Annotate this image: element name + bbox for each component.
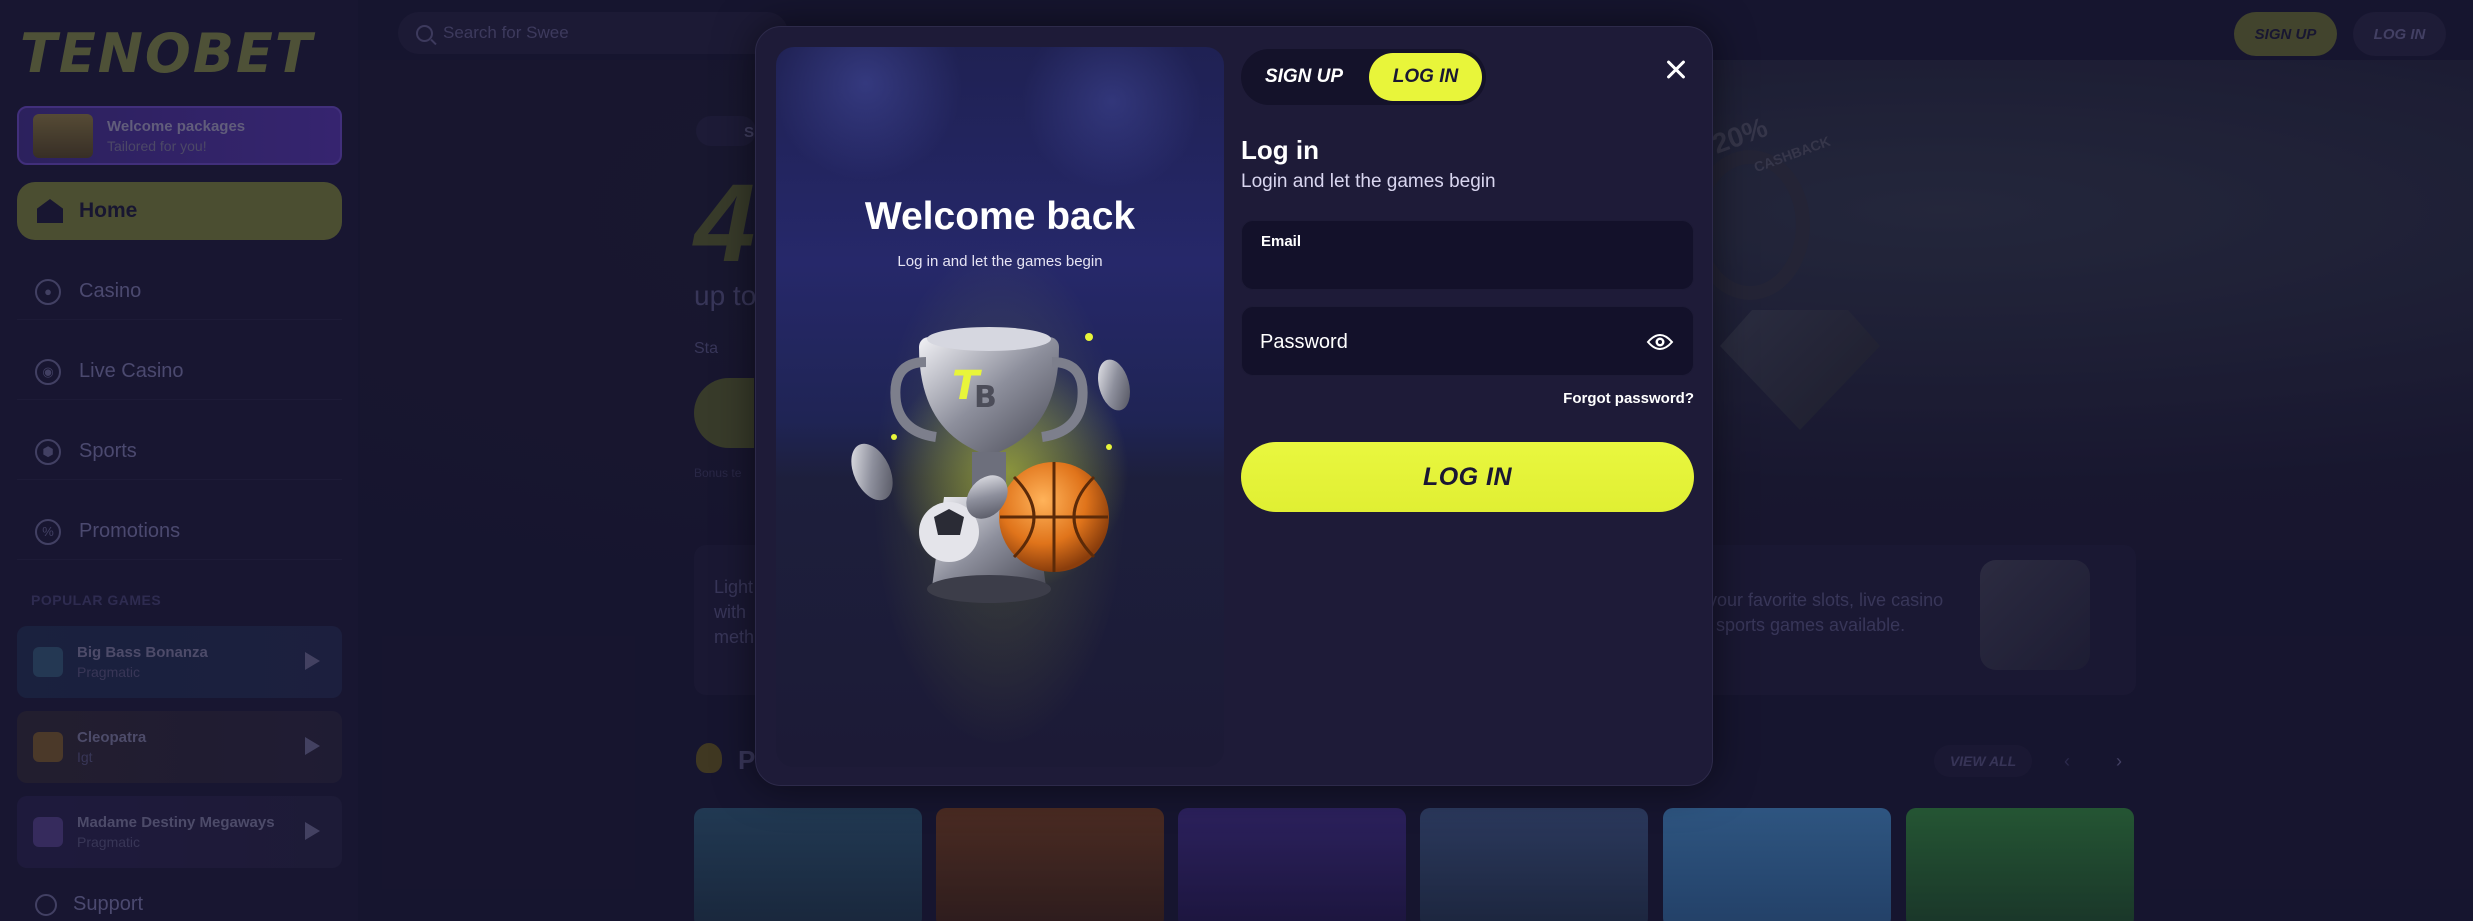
email-label: Email <box>1261 233 1302 250</box>
welcome-subtitle: Log in and let the games begin <box>897 253 1103 270</box>
welcome-panel: Welcome back Log in and let the games be… <box>776 47 1224 767</box>
tab-signup[interactable]: SIGN UP <box>1245 53 1363 101</box>
eye-icon[interactable] <box>1646 329 1674 355</box>
close-icon[interactable] <box>1661 55 1691 85</box>
login-submit-button[interactable]: LOG IN <box>1241 442 1694 512</box>
login-panel: SIGN UP LOG IN Log in Login and let the … <box>1241 27 1712 785</box>
password-field[interactable] <box>1241 306 1694 376</box>
form-title: Log in <box>1241 135 1319 165</box>
email-field[interactable]: Email <box>1241 220 1694 290</box>
welcome-title: Welcome back <box>864 195 1136 238</box>
login-modal: Welcome back Log in and let the games be… <box>755 26 1713 786</box>
forgot-password-link[interactable]: Forgot password? <box>1563 390 1694 407</box>
svg-text:B: B <box>974 380 997 415</box>
trophy-illustration: T B <box>834 317 1154 637</box>
email-input[interactable] <box>1260 255 1670 281</box>
password-input[interactable] <box>1260 327 1620 357</box>
form-subtitle: Login and let the games begin <box>1241 171 1496 192</box>
auth-tabs: SIGN UP LOG IN <box>1241 49 1486 105</box>
tab-login[interactable]: LOG IN <box>1369 53 1482 101</box>
trophy-icon: T B <box>851 327 1130 603</box>
page: TENOBET Welcome packages Tailored for yo… <box>0 0 2473 921</box>
